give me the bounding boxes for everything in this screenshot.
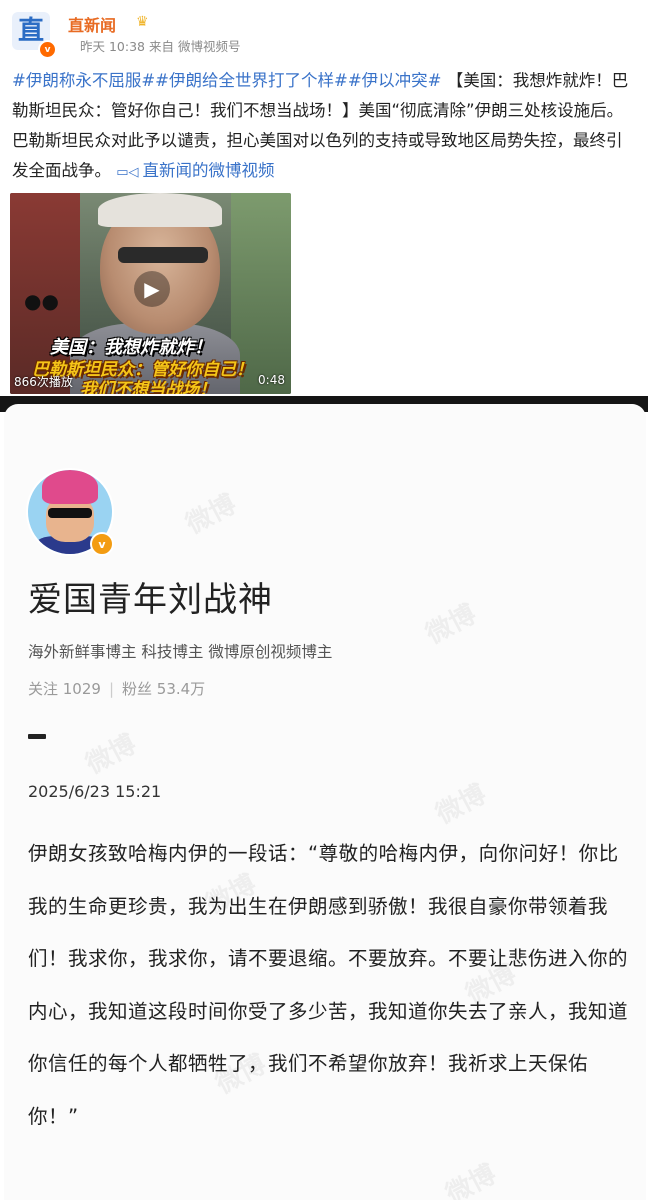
post-meta: 昨天 10:38 来自 微博视频号 bbox=[80, 39, 241, 54]
post-date: 2025/6/23 15:21 bbox=[28, 782, 162, 801]
play-icon[interactable]: ▶ bbox=[134, 271, 170, 307]
thumb-person-hair bbox=[98, 193, 222, 227]
avatar-hat bbox=[42, 470, 98, 504]
post-text: #伊朗称永不屈服##伊朗给全世界打了个样##伊以冲突# 【美国：我想炸就炸！巴勒… bbox=[12, 66, 636, 188]
author-avatar[interactable]: 直 v bbox=[12, 12, 57, 59]
video-camera-icon: ▭◁ bbox=[116, 165, 139, 180]
post-header: 直 v 直新闻 ♛ 昨天 10:38 来自 微博视频号 bbox=[12, 10, 632, 59]
avatar-glyph: 直 bbox=[17, 16, 44, 46]
verified-badge-icon: v bbox=[38, 40, 57, 59]
hashtag-link[interactable]: #伊朗给全世界打了个样# bbox=[155, 71, 348, 90]
avatar-sunglasses bbox=[48, 508, 92, 518]
video-duration: 0:48 bbox=[258, 373, 285, 387]
following-count[interactable]: 关注 1029 bbox=[28, 680, 101, 698]
watermark: 微博 bbox=[421, 599, 482, 651]
play-count: 866次播放 bbox=[14, 375, 73, 389]
weibo-post-card: 直 v 直新闻 ♛ 昨天 10:38 来自 微博视频号 #伊朗称永不屈服##伊朗… bbox=[0, 0, 648, 402]
watermark: 微博 bbox=[431, 779, 492, 831]
watermark: 微博 bbox=[81, 729, 142, 781]
video-caption: 我们不想当战场！ bbox=[80, 380, 216, 394]
video-thumbnail[interactable]: ●● ▶ 美国：我想炸就炸！ 巴勒斯坦民众：管好你自己！ 我们不想当战场！ 86… bbox=[10, 193, 291, 394]
profile-name: 爱国青年刘战神 bbox=[28, 580, 273, 620]
hashtag-link[interactable]: #伊朗称永不屈服# bbox=[12, 71, 155, 90]
profile-post-card: 微博 微博 微博 微博 微博 微博 微博 微博 v 爱国青年刘战神 海外新鲜事博… bbox=[4, 404, 646, 1200]
video-source-link[interactable]: ▭◁ 直新闻的微博视频 bbox=[116, 161, 274, 180]
hashtag-link[interactable]: #伊以冲突# bbox=[348, 71, 442, 90]
profile-stats: 关注 1029 | 粉丝 53.4万 bbox=[28, 678, 205, 699]
profile-post-body: 伊朗女孩致哈梅内伊的一段话：“尊敬的哈梅内伊，向你问好！你比我的生命更珍贵，我为… bbox=[28, 842, 629, 1128]
watermark: 微博 bbox=[181, 489, 242, 541]
sunglasses-icon: ●● bbox=[24, 289, 59, 313]
video-source-label: 直新闻的微博视频 bbox=[142, 161, 275, 180]
crown-icon: ♛ bbox=[136, 14, 149, 30]
stats-separator: | bbox=[108, 680, 115, 698]
verified-badge-icon: v bbox=[90, 532, 114, 556]
dash-icon bbox=[28, 734, 46, 739]
thumb-person-glasses bbox=[118, 247, 208, 263]
profile-tags: 海外新鲜事博主 科技博主 微博原创视频博主 bbox=[28, 643, 333, 661]
author-name[interactable]: 直新闻 bbox=[68, 12, 116, 36]
watermark: 微博 bbox=[441, 1159, 502, 1200]
follower-count[interactable]: 粉丝 53.4万 bbox=[122, 680, 205, 698]
